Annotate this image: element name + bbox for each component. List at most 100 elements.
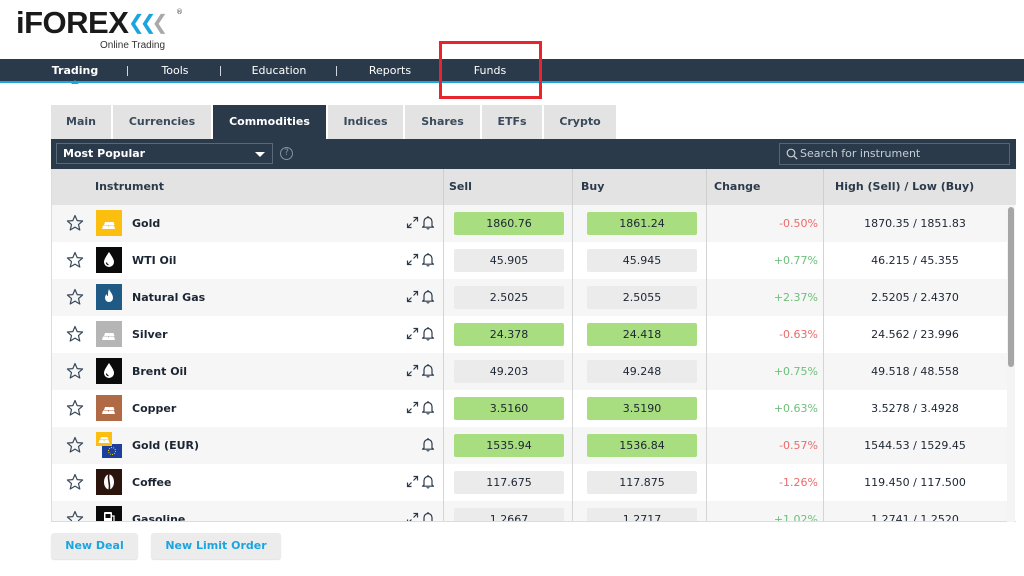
flame-icon [96, 284, 122, 310]
instrument-name[interactable]: Silver [132, 316, 168, 353]
header-instrument[interactable]: Instrument [95, 169, 164, 205]
nav-tools[interactable]: Tools [145, 59, 205, 83]
price-alert-bell-icon[interactable] [421, 215, 435, 230]
instrument-name[interactable]: Gasoline [132, 501, 185, 521]
table-row[interactable]: Coffee 117.675 117.875 -1.26% 119.450 / … [52, 464, 1007, 501]
column-divider [706, 316, 707, 353]
new-deal-button[interactable]: New Deal [51, 533, 138, 559]
tab-crypto[interactable]: Crypto [544, 105, 616, 139]
price-alert-bell-icon[interactable] [421, 326, 435, 341]
expand-chart-icon[interactable] [406, 512, 419, 522]
table-row[interactable]: Natural Gas 2.5025 2.5055 +2.37% 2.5205 … [52, 279, 1007, 316]
buy-price-button[interactable]: 24.418 [587, 323, 697, 346]
change-percent: -0.50% [779, 217, 818, 230]
nav-trading[interactable]: Trading [40, 59, 110, 84]
table-row[interactable]: Silver 24.378 24.418 -0.63% 24.562 / 23.… [52, 316, 1007, 353]
oil-drop-icon [96, 358, 122, 384]
header-sell[interactable]: Sell [449, 169, 472, 205]
nav-education[interactable]: Education [238, 59, 320, 83]
buy-price-button[interactable]: 1536.84 [587, 434, 697, 457]
filter-bar: Most Popular ? Search for instrument [51, 139, 1016, 169]
instrument-name[interactable]: Coffee [132, 464, 171, 501]
sell-price-button[interactable]: 3.5160 [454, 397, 564, 420]
iforex-logo[interactable]: iFOREX ❮❮❮ ® Online Trading [16, 6, 183, 52]
sell-price-button[interactable]: 1.2667 [454, 508, 564, 521]
buy-price-button[interactable]: 1861.24 [587, 212, 697, 235]
tab-commodities[interactable]: Commodities [213, 105, 326, 139]
sell-price-button[interactable]: 1860.76 [454, 212, 564, 235]
nav-reports[interactable]: Reports [355, 59, 425, 83]
table-row[interactable]: WTI Oil 45.905 45.945 +0.77% 46.215 / 45… [52, 242, 1007, 279]
favorite-star-icon[interactable] [66, 214, 84, 232]
tab-main[interactable]: Main [51, 105, 111, 139]
price-alert-bell-icon[interactable] [421, 363, 435, 378]
sell-price-button[interactable]: 24.378 [454, 323, 564, 346]
buy-price-button[interactable]: 45.945 [587, 249, 697, 272]
expand-chart-icon[interactable] [406, 364, 419, 377]
price-alert-bell-icon[interactable] [421, 437, 435, 452]
change-percent: -1.26% [779, 476, 818, 489]
sell-price-button[interactable]: 117.675 [454, 471, 564, 494]
scrollbar-thumb[interactable] [1008, 207, 1014, 367]
buy-price-button[interactable]: 2.5055 [587, 286, 697, 309]
expand-chart-icon[interactable] [406, 290, 419, 303]
price-alert-bell-icon[interactable] [421, 252, 435, 267]
list-filter-dropdown[interactable]: Most Popular [56, 143, 273, 164]
table-header: Instrument Sell Buy Change High (Sell) /… [52, 169, 1016, 205]
tab-shares[interactable]: Shares [405, 105, 480, 139]
favorite-star-icon[interactable] [66, 325, 84, 343]
favorite-star-icon[interactable] [66, 436, 84, 454]
instrument-name[interactable]: Natural Gas [132, 279, 205, 316]
table-row[interactable]: Gold (EUR) 1535.94 1536.84 -0.57% 1544.5… [52, 427, 1007, 464]
price-alert-bell-icon[interactable] [421, 474, 435, 489]
table-scrollbar[interactable] [1007, 205, 1015, 522]
search-input[interactable]: Search for instrument [779, 143, 1010, 165]
column-divider [706, 205, 707, 242]
instrument-name[interactable]: Gold (EUR) [132, 427, 199, 464]
favorite-star-icon[interactable] [66, 288, 84, 306]
buy-price-button[interactable]: 1.2717 [587, 508, 697, 521]
expand-chart-icon[interactable] [406, 327, 419, 340]
high-low-value: 1.2741 / 1.2520 [871, 513, 959, 522]
price-alert-bell-icon[interactable] [421, 289, 435, 304]
header-divider [823, 169, 824, 205]
table-row[interactable]: Brent Oil 49.203 49.248 +0.75% 49.518 / … [52, 353, 1007, 390]
header-change[interactable]: Change [714, 169, 761, 205]
price-alert-bell-icon[interactable] [421, 511, 435, 522]
expand-chart-icon[interactable] [406, 401, 419, 414]
column-divider [443, 279, 444, 316]
nav-funds[interactable]: Funds [456, 59, 524, 83]
tab-indices[interactable]: Indices [328, 105, 403, 139]
expand-chart-icon[interactable] [406, 216, 419, 229]
sell-price-button[interactable]: 2.5025 [454, 286, 564, 309]
tab-currencies[interactable]: Currencies [113, 105, 211, 139]
header-buy[interactable]: Buy [581, 169, 604, 205]
buy-price-button[interactable]: 49.248 [587, 360, 697, 383]
new-limit-order-button[interactable]: New Limit Order [151, 533, 281, 559]
favorite-star-icon[interactable] [66, 362, 84, 380]
sell-price-button[interactable]: 45.905 [454, 249, 564, 272]
table-row[interactable]: Gold 1860.76 1861.24 -0.50% 1870.35 / 18… [52, 205, 1007, 242]
table-row[interactable]: Gasoline 1.2667 1.2717 +1.02% 1.2741 / 1… [52, 501, 1007, 522]
favorite-star-icon[interactable] [66, 473, 84, 491]
instrument-name[interactable]: Copper [132, 390, 176, 427]
expand-chart-icon[interactable] [406, 253, 419, 266]
high-low-value: 3.5278 / 3.4928 [871, 402, 959, 415]
buy-price-button[interactable]: 3.5190 [587, 397, 697, 420]
header-divider [706, 169, 707, 205]
instrument-name[interactable]: WTI Oil [132, 242, 176, 279]
help-icon[interactable]: ? [280, 147, 293, 160]
favorite-star-icon[interactable] [66, 510, 84, 522]
tab-etfs[interactable]: ETFs [482, 105, 542, 139]
instrument-name[interactable]: Brent Oil [132, 353, 187, 390]
table-row[interactable]: Copper 3.5160 3.5190 +0.63% 3.5278 / 3.4… [52, 390, 1007, 427]
buy-price-button[interactable]: 117.875 [587, 471, 697, 494]
header-high-low[interactable]: High (Sell) / Low (Buy) [835, 169, 974, 205]
sell-price-button[interactable]: 1535.94 [454, 434, 564, 457]
favorite-star-icon[interactable] [66, 251, 84, 269]
sell-price-button[interactable]: 49.203 [454, 360, 564, 383]
instrument-name[interactable]: Gold [132, 205, 160, 242]
favorite-star-icon[interactable] [66, 399, 84, 417]
price-alert-bell-icon[interactable] [421, 400, 435, 415]
expand-chart-icon[interactable] [406, 475, 419, 488]
